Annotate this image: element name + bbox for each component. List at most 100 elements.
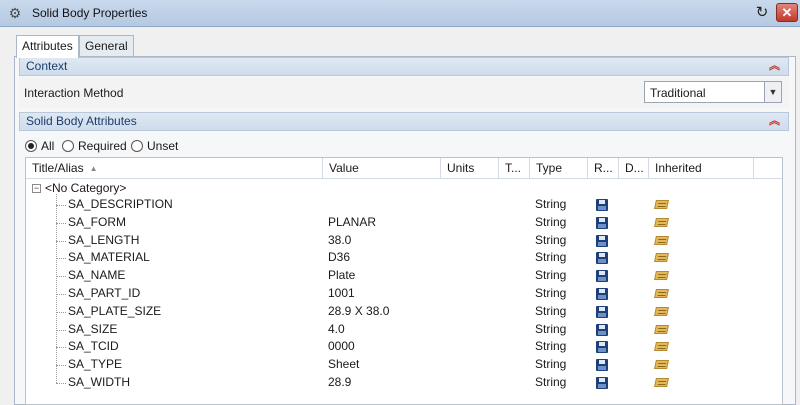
double-chevron-up-icon[interactable]: ︽ [769, 113, 780, 130]
double-chevron-up-icon[interactable]: ︽ [769, 58, 780, 75]
restore-button[interactable]: ↻ [752, 4, 772, 22]
solid-body-attributes-header[interactable]: Solid Body Attributes ︽ [19, 112, 789, 131]
radio-selected-icon [25, 140, 37, 152]
tree-connector [56, 294, 66, 295]
attribute-type[interactable]: String [535, 215, 566, 229]
attribute-type[interactable]: String [535, 357, 566, 371]
window-title: Solid Body Properties [32, 6, 148, 20]
attribute-title[interactable]: SA_SIZE [68, 322, 117, 336]
gear-icon[interactable]: ⚙ [7, 5, 23, 21]
inherit-icon [654, 378, 669, 387]
attribute-value[interactable]: PLANAR [328, 215, 376, 229]
attribute-value[interactable]: 0000 [328, 339, 355, 353]
attribute-type[interactable]: String [535, 286, 566, 300]
column-header-value[interactable]: Value [323, 158, 441, 179]
attribute-type[interactable]: String [535, 197, 566, 211]
attribute-type[interactable]: String [535, 233, 566, 247]
column-header-filler [754, 158, 782, 179]
tree-connector [56, 258, 66, 260]
inherit-icon [654, 360, 669, 370]
collapse-minus-icon[interactable]: − [32, 184, 41, 194]
attribute-title[interactable]: SA_PART_ID [68, 286, 140, 300]
attribute-type[interactable]: String [535, 322, 566, 336]
floppy-disk-icon [596, 234, 608, 247]
floppy-disk-icon [596, 252, 608, 265]
attribute-value[interactable]: Sheet [328, 357, 359, 371]
attributes-table: Title/Alias ▲ Value Units T... Type R... … [25, 157, 783, 405]
inherit-icon [654, 235, 669, 245]
context-header-label: Context [26, 59, 68, 73]
floppy-disk-icon [596, 305, 608, 318]
filter-all-label: All [41, 139, 55, 153]
floppy-disk-icon [596, 216, 608, 229]
attribute-type[interactable]: String [535, 250, 566, 264]
floppy-disk-icon [596, 359, 608, 372]
chevron-down-icon[interactable]: ▼ [764, 82, 781, 102]
attribute-title[interactable]: SA_MATERIAL [68, 250, 150, 264]
close-button[interactable]: ✕ [776, 3, 798, 22]
column-header-t[interactable]: T... [499, 158, 530, 179]
filter-all-radio[interactable]: All [25, 139, 54, 153]
inherit-icon [654, 342, 669, 352]
tree-connector [56, 311, 66, 313]
column-header-r[interactable]: R... [588, 158, 619, 179]
inherit-icon [654, 306, 669, 316]
column-title-label: Title/Alias [32, 161, 84, 175]
tree-connector [56, 222, 66, 224]
category-label: <No Category> [45, 181, 127, 195]
inherit-icon [654, 200, 669, 209]
column-header-inherited[interactable]: Inherited [649, 158, 754, 179]
column-header-units[interactable]: Units [441, 158, 499, 179]
attribute-value[interactable]: 4.0 [328, 322, 345, 336]
attribute-type[interactable]: String [535, 268, 566, 282]
tree-connector [56, 347, 66, 349]
floppy-disk-icon [596, 270, 608, 283]
tree-connector [56, 383, 66, 384]
floppy-disk-icon [596, 199, 608, 211]
context-section-header[interactable]: Context ︽ [19, 57, 789, 76]
floppy-disk-icon [596, 341, 608, 354]
attribute-value[interactable]: Plate [328, 268, 355, 282]
tab-general[interactable]: General [79, 35, 134, 57]
interaction-method-value: Traditional [650, 86, 706, 100]
tree-connector [56, 240, 66, 242]
attribute-value[interactable]: 28.9 X 38.0 [328, 304, 389, 318]
tree-connector [56, 276, 66, 278]
attribute-type[interactable]: String [535, 339, 566, 353]
attribute-value[interactable]: 28.9 [328, 375, 351, 389]
attribute-title[interactable]: SA_WIDTH [68, 375, 130, 389]
attribute-type[interactable]: String [535, 304, 566, 318]
attribute-title[interactable]: SA_LENGTH [68, 233, 139, 247]
inherit-icon [654, 217, 669, 227]
attribute-title[interactable]: SA_FORM [68, 215, 126, 229]
attribute-value[interactable]: D36 [328, 250, 350, 264]
attribute-title[interactable]: SA_NAME [68, 268, 125, 282]
column-header-title[interactable]: Title/Alias ▲ [26, 158, 323, 179]
attribute-title[interactable]: SA_TCID [68, 339, 119, 353]
attribute-title[interactable]: SA_DESCRIPTION [68, 197, 173, 211]
attribute-value[interactable]: 38.0 [328, 233, 351, 247]
tree-connector [56, 329, 66, 331]
column-header-type[interactable]: Type [530, 158, 588, 179]
solid-body-attributes-label: Solid Body Attributes [26, 114, 137, 128]
attribute-type[interactable]: String [535, 375, 566, 389]
filter-unset-label: Unset [147, 139, 179, 153]
inherit-icon [654, 324, 669, 334]
floppy-disk-icon [596, 323, 608, 336]
radio-unselected-icon [62, 140, 74, 152]
inherit-icon [654, 253, 669, 263]
tree-connector [56, 365, 66, 367]
filter-required-radio[interactable]: Required [62, 139, 127, 153]
tab-attributes[interactable]: Attributes [16, 35, 79, 58]
filter-required-label: Required [78, 139, 127, 153]
floppy-disk-icon [596, 288, 608, 300]
attribute-value[interactable]: 1001 [328, 286, 355, 300]
interaction-method-select[interactable]: Traditional ▼ [644, 81, 782, 103]
category-row[interactable]: − <No Category> [32, 181, 126, 195]
attribute-title[interactable]: SA_TYPE [68, 357, 122, 371]
filter-unset-radio[interactable]: Unset [131, 139, 178, 153]
sort-ascending-icon: ▲ [89, 164, 98, 174]
column-header-d[interactable]: D... [619, 158, 649, 179]
interaction-method-label: Interaction Method [24, 86, 124, 100]
attribute-title[interactable]: SA_PLATE_SIZE [68, 304, 161, 318]
